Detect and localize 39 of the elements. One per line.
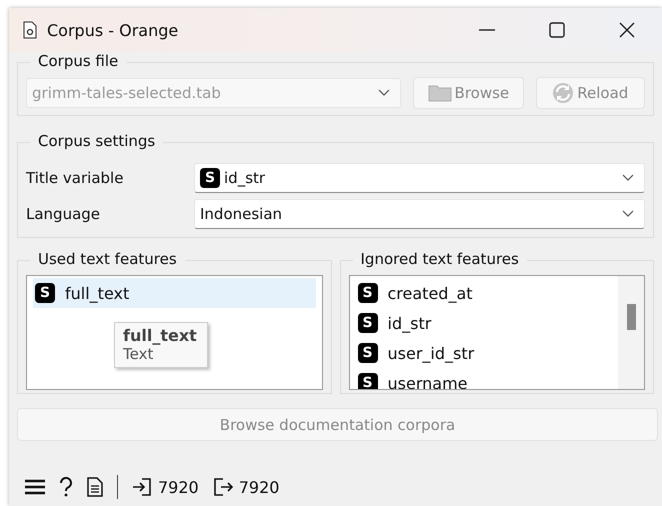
output-count: 7920 <box>238 478 280 496</box>
document-icon <box>23 21 37 39</box>
close-icon[interactable] <box>619 22 635 38</box>
list-item[interactable]: S user_id_str <box>356 338 612 368</box>
group-title: Corpus settings <box>30 132 164 150</box>
window-title: Corpus - Orange <box>47 20 180 40</box>
scrollbar-thumb[interactable] <box>627 304 636 330</box>
input-icon <box>132 477 152 497</box>
folder-icon <box>428 84 452 102</box>
field-label: Title variable <box>26 169 124 187</box>
dropdown-chevron-icon <box>622 174 634 182</box>
scrollbar[interactable] <box>618 276 644 389</box>
list-item[interactable]: S username <box>356 368 612 389</box>
input-count: 7920 <box>158 478 199 496</box>
list-item[interactable]: S created_at <box>356 278 612 308</box>
string-type-icon: S <box>358 373 378 389</box>
string-type-icon: S <box>358 313 378 333</box>
dropdown-chevron-icon <box>378 89 390 97</box>
string-type-icon: S <box>358 283 378 303</box>
help-icon[interactable] <box>59 477 73 497</box>
dropdown-field[interactable]: S id_str <box>194 163 645 193</box>
string-type-icon: S <box>200 168 220 188</box>
menu-icon[interactable] <box>25 479 45 495</box>
minimize-icon[interactable] <box>479 29 495 31</box>
dropdown-chevron-icon <box>622 210 634 218</box>
group-title: Ignored text features <box>352 250 527 268</box>
dropdown-field[interactable]: Indonesian <box>194 199 645 229</box>
output-icon <box>212 477 233 497</box>
group-title: Corpus file <box>30 52 126 70</box>
reload-icon <box>552 82 574 104</box>
list-item[interactable]: S id_str <box>356 308 612 338</box>
string-type-icon: S <box>358 343 378 363</box>
field-label: Language <box>26 205 102 223</box>
list-item[interactable]: S full_text <box>33 278 316 308</box>
tooltip-title: full_text <box>123 326 197 345</box>
report-icon[interactable] <box>87 477 103 497</box>
tooltip-subtitle: Text <box>123 345 154 363</box>
string-type-icon: S <box>35 283 55 303</box>
maximize-icon[interactable] <box>549 22 565 38</box>
